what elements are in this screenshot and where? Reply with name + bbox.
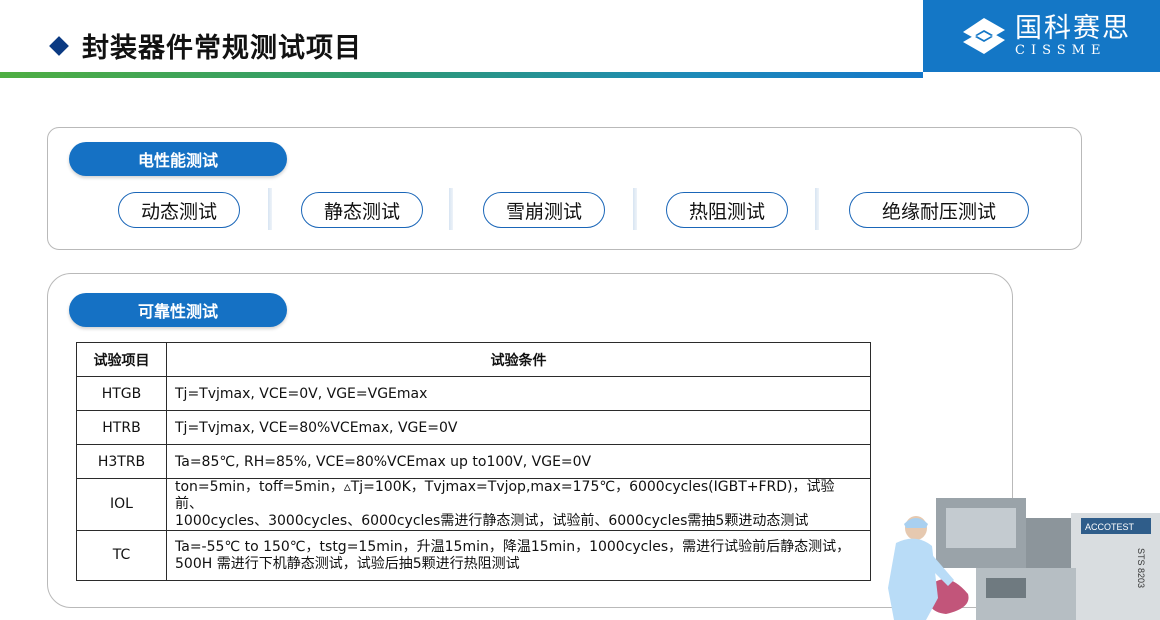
reliability-section-label: 可靠性测试 [69, 293, 287, 327]
test-dynamic: 动态测试 [118, 192, 240, 228]
table-cell-item: H3TRB [76, 444, 167, 479]
page-title: 封装器件常规测试项目 [48, 26, 362, 65]
table-cell-item: HTRB [76, 410, 167, 445]
test-equipment-photo: ACCOTEST STS 8203 [888, 498, 1160, 620]
table-cell-item: HTGB [76, 376, 167, 411]
test-thermal-resistance: 热阻测试 [666, 192, 788, 228]
divider [268, 188, 272, 230]
test-avalanche: 雪崩测试 [483, 192, 605, 228]
table-header-item: 试验项目 [76, 342, 167, 377]
table-header-condition: 试验条件 [166, 342, 871, 377]
table-cell-item: IOL [76, 478, 167, 531]
table-cell-condition: ton=5min，toff=5min，▵Tj=100K，Tvjmax=Tvjop… [166, 478, 871, 531]
table-cell-condition: Ta=85℃, RH=85%, VCE=80%VCEmax up to100V,… [166, 444, 871, 479]
reliability-conditions-table: 试验项目 试验条件 HTGB Tj=Tvjmax, VCE=0V, VGE=VG… [76, 342, 871, 581]
company-logo: 国科赛思 CISSME [923, 0, 1160, 72]
equipment-model: STS 8203 [1136, 548, 1146, 588]
table-row: HTGB Tj=Tvjmax, VCE=0V, VGE=VGEmax [76, 376, 871, 411]
condition-line: 1000cycles、3000cycles、6000cycles需进行静态测试，… [175, 513, 809, 529]
cissme-logo-icon [963, 18, 1005, 54]
table-row: H3TRB Ta=85℃, RH=85%, VCE=80%VCEmax up t… [76, 444, 871, 479]
divider [633, 188, 637, 230]
logo-english-name: CISSME [1015, 42, 1107, 58]
equipment-brand: ACCOTEST [1085, 522, 1135, 532]
table-cell-condition: Ta=-55℃ to 150℃，tstg=15min，升温15min，降温15m… [166, 530, 871, 581]
electrical-section-label: 电性能测试 [69, 142, 287, 176]
test-insulation-withstand: 绝缘耐压测试 [849, 192, 1029, 228]
header-accent-bar [0, 72, 923, 78]
table-cell-condition: Tj=Tvjmax, VCE=0V, VGE=VGEmax [166, 376, 871, 411]
logo-chinese-name: 国科赛思 [1015, 12, 1131, 44]
test-static: 静态测试 [301, 192, 423, 228]
table-row: IOL ton=5min，toff=5min，▵Tj=100K，Tvjmax=T… [76, 478, 871, 531]
condition-line: 500H 需进行下机静态测试，试验后抽5颗进行热阻测试 [175, 555, 520, 572]
table-cell-item: TC [76, 530, 167, 581]
condition-line: ton=5min，toff=5min，▵Tj=100K，Tvjmax=Tvjop… [175, 479, 835, 512]
divider [449, 188, 453, 230]
table-row: TC Ta=-55℃ to 150℃，tstg=15min，升温15min，降温… [76, 530, 871, 581]
condition-line: Ta=-55℃ to 150℃，tstg=15min，升温15min，降温15m… [175, 538, 851, 555]
diamond-bullet-icon [49, 35, 69, 56]
table-row: HTRB Tj=Tvjmax, VCE=80%VCEmax, VGE=0V [76, 410, 871, 445]
divider [815, 188, 819, 230]
table-cell-condition: Tj=Tvjmax, VCE=80%VCEmax, VGE=0V [166, 410, 871, 445]
page-title-text: 封装器件常规测试项目 [82, 33, 362, 64]
